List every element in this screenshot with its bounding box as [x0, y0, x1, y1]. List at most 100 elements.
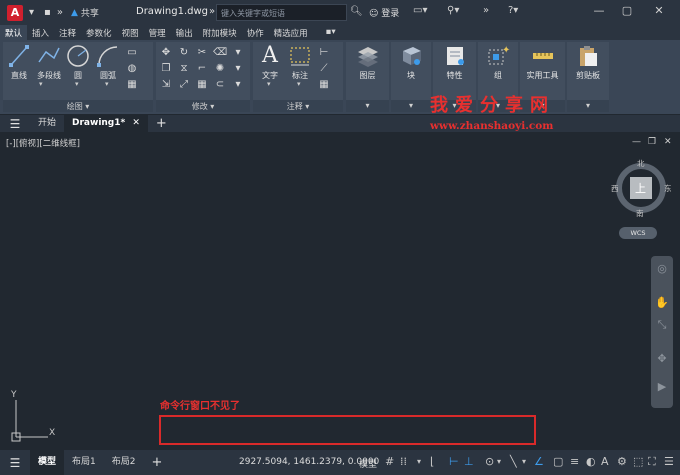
viewcube-top[interactable]: 上: [635, 180, 646, 196]
rectangle-icon[interactable]: ▭: [125, 46, 139, 59]
infer-icon[interactable]: ⌊: [430, 455, 434, 468]
offset-icon[interactable]: ⊂: [213, 78, 227, 91]
stretch-icon[interactable]: ⇲: [159, 78, 173, 91]
compass-south[interactable]: 南: [636, 208, 644, 219]
tab-addins[interactable]: 附加模块: [198, 25, 242, 40]
isolate-icon[interactable]: ⬚: [633, 455, 643, 468]
arc-button[interactable]: 圆弧: [95, 44, 121, 81]
table-icon[interactable]: ▦: [317, 78, 331, 91]
trim-icon[interactable]: ✂: [195, 46, 209, 59]
wcs-menu[interactable]: WCS: [619, 227, 657, 239]
clipboard-button[interactable]: 剪贴板: [569, 44, 607, 81]
polar-icon[interactable]: ⊙: [485, 455, 494, 468]
ortho-icon[interactable]: ⊥: [464, 455, 474, 468]
share-button[interactable]: ▲ 共享: [71, 6, 99, 20]
panel-clipboard-dropdown-icon[interactable]: ▾: [567, 100, 609, 112]
menu-icon[interactable]: ☰: [0, 117, 30, 131]
object-snap-icon[interactable]: ▢: [553, 455, 563, 468]
array-icon[interactable]: ▦: [195, 78, 209, 91]
zoom-icon[interactable]: ⤡: [655, 318, 669, 332]
dimension-button[interactable]: 标注: [287, 44, 313, 81]
tab-start[interactable]: 开始: [30, 115, 64, 132]
viewport-minimize-icon[interactable]: —: [632, 137, 641, 147]
tab-parametric[interactable]: 参数化: [81, 25, 117, 40]
utilities-button[interactable]: 实用工具: [522, 44, 563, 81]
dropdown-icon[interactable]: ▾: [231, 78, 245, 91]
help-icon[interactable]: ?▾: [508, 5, 518, 16]
block-button[interactable]: 块: [394, 44, 428, 81]
app-menu-chevron-icon[interactable]: ▾: [29, 7, 34, 18]
panel-draw-label[interactable]: 绘图 ▾: [3, 100, 153, 112]
transparency-icon[interactable]: ◐: [586, 455, 596, 468]
group-button[interactable]: ✦ 组: [481, 44, 515, 81]
isodraft-dropdown-icon[interactable]: ▾: [522, 457, 526, 466]
connect-icon[interactable]: ⚲▾: [447, 5, 459, 16]
properties-button[interactable]: 特性: [436, 44, 473, 81]
linear-dim-icon[interactable]: ⊢: [317, 46, 331, 59]
panel-block-dropdown-icon[interactable]: ▾: [391, 100, 431, 112]
compass-east[interactable]: 东: [664, 183, 672, 194]
viewport-restore-icon[interactable]: ❐: [648, 137, 656, 147]
tab-drawing1[interactable]: Drawing1* ✕: [64, 115, 148, 132]
cart-icon[interactable]: ▭▾: [413, 5, 427, 16]
panel-annotation-label[interactable]: 注释 ▾: [253, 100, 343, 112]
viewcube[interactable]: 上 北 南 西 东: [611, 158, 672, 219]
compass-north[interactable]: 北: [637, 158, 645, 169]
tab-output[interactable]: 输出: [171, 25, 198, 40]
move-icon[interactable]: ✥: [159, 46, 173, 59]
polyline-button[interactable]: 多段线: [33, 44, 65, 81]
ribbon-toggle-icon[interactable]: ▪▾: [321, 25, 341, 40]
more-icon[interactable]: »: [57, 7, 63, 18]
scale-icon[interactable]: ⤢: [177, 78, 191, 91]
leader-icon[interactable]: ⟋: [317, 62, 331, 75]
close-button[interactable]: ✕: [649, 4, 669, 17]
rotate-icon[interactable]: ↻: [177, 46, 191, 59]
tab-annotate[interactable]: 注释: [54, 25, 81, 40]
steering-wheel-icon[interactable]: ◎: [655, 262, 669, 276]
line-dropdown-icon[interactable]: ▾: [39, 80, 43, 88]
fillet-icon[interactable]: ⌐: [195, 62, 209, 75]
hatch-icon[interactable]: ◍: [125, 62, 139, 75]
arc-dropdown-icon[interactable]: ▾: [105, 80, 109, 88]
lineweight-icon[interactable]: ≡: [570, 455, 579, 468]
close-tab-icon[interactable]: ✕: [132, 118, 140, 128]
app-logo[interactable]: A: [7, 4, 23, 21]
viewport-controls-label[interactable]: [-][俯视][二维线框]: [6, 137, 80, 149]
annotation-scale-icon[interactable]: A: [601, 455, 609, 468]
dropdown-icon[interactable]: ▾: [231, 46, 245, 59]
snap-icon[interactable]: ⁞⁞: [400, 455, 407, 468]
isodraft-icon[interactable]: ╲: [510, 455, 517, 468]
search-icon[interactable]: 🔍︎: [350, 6, 363, 17]
maximize-button[interactable]: ▢: [617, 4, 637, 17]
tab-model[interactable]: 模型: [30, 450, 65, 475]
fullscreen-icon[interactable]: ⛶: [648, 455, 656, 469]
quick-access-icon[interactable]: ▪: [44, 7, 51, 18]
snap-dropdown-icon[interactable]: ▾: [417, 457, 421, 466]
panel-layers-dropdown-icon[interactable]: ▾: [346, 100, 389, 112]
copy-icon[interactable]: ❐: [159, 62, 173, 75]
erase-icon[interactable]: ⌫: [213, 46, 227, 59]
mirror-icon[interactable]: ⧖: [177, 62, 191, 75]
tab-collaborate[interactable]: 协作: [242, 25, 269, 40]
text-button[interactable]: A 文字: [257, 44, 283, 81]
new-layout-button[interactable]: +: [143, 455, 170, 470]
drawing-canvas[interactable]: [-][俯视][二维线框] — ❐ ✕: [0, 132, 680, 450]
customize-icon[interactable]: ☰: [664, 455, 674, 468]
model-space-button[interactable]: 模型: [359, 457, 377, 470]
viewport-close-icon[interactable]: ✕: [664, 137, 672, 147]
title-chevron-icon[interactable]: »: [209, 6, 215, 17]
object-snap-tracking-icon[interactable]: ∠: [534, 455, 544, 468]
text-dropdown-icon[interactable]: ▾: [267, 80, 271, 88]
layers-button[interactable]: 图层: [349, 44, 386, 81]
showmotion-icon[interactable]: ▶: [655, 380, 669, 394]
tab-manage[interactable]: 管理: [144, 25, 171, 40]
explode-icon[interactable]: ✺: [213, 62, 227, 75]
tab-view[interactable]: 视图: [117, 25, 144, 40]
dropdown-icon[interactable]: ▾: [231, 62, 245, 75]
circle-dropdown-icon[interactable]: ▾: [75, 80, 79, 88]
polar-dropdown-icon[interactable]: ▾: [497, 457, 501, 466]
tab-default[interactable]: 默认: [0, 25, 28, 40]
compass-west[interactable]: 西: [611, 183, 619, 194]
layout-menu-icon[interactable]: ☰: [0, 456, 30, 470]
gradient-icon[interactable]: ▦: [125, 78, 139, 91]
